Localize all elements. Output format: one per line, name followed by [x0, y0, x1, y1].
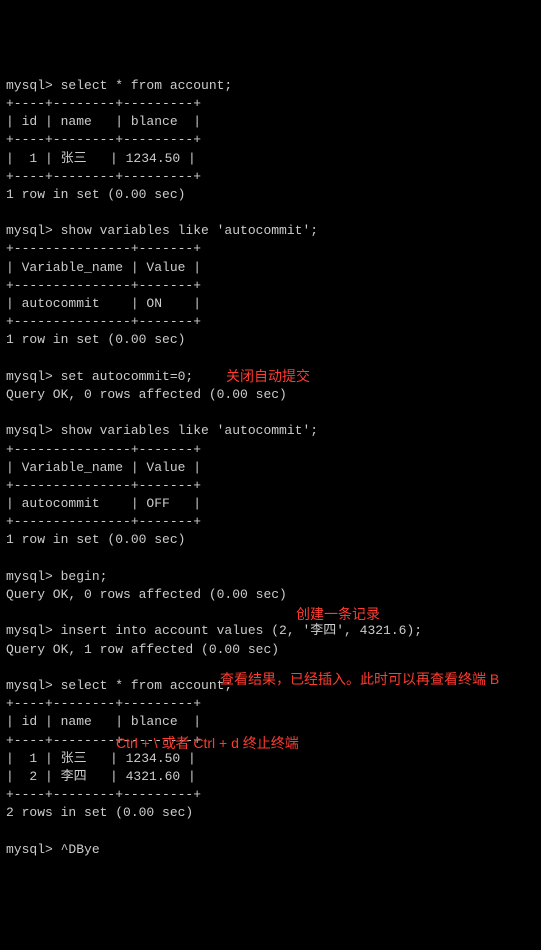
annotation-terminate-hint: Ctrl + \ 或者 Ctrl + d 终止终端 [116, 733, 416, 754]
annotation-create-record: 创建一条记录 [296, 604, 496, 625]
terminal[interactable]: mysql> select * from account; +----+----… [6, 77, 535, 859]
annotation-view-result: 查看结果，已经插入。此时可以再查看终端 B [220, 669, 530, 690]
annotation-autocommit-off: 关闭自动提交 [226, 366, 426, 387]
